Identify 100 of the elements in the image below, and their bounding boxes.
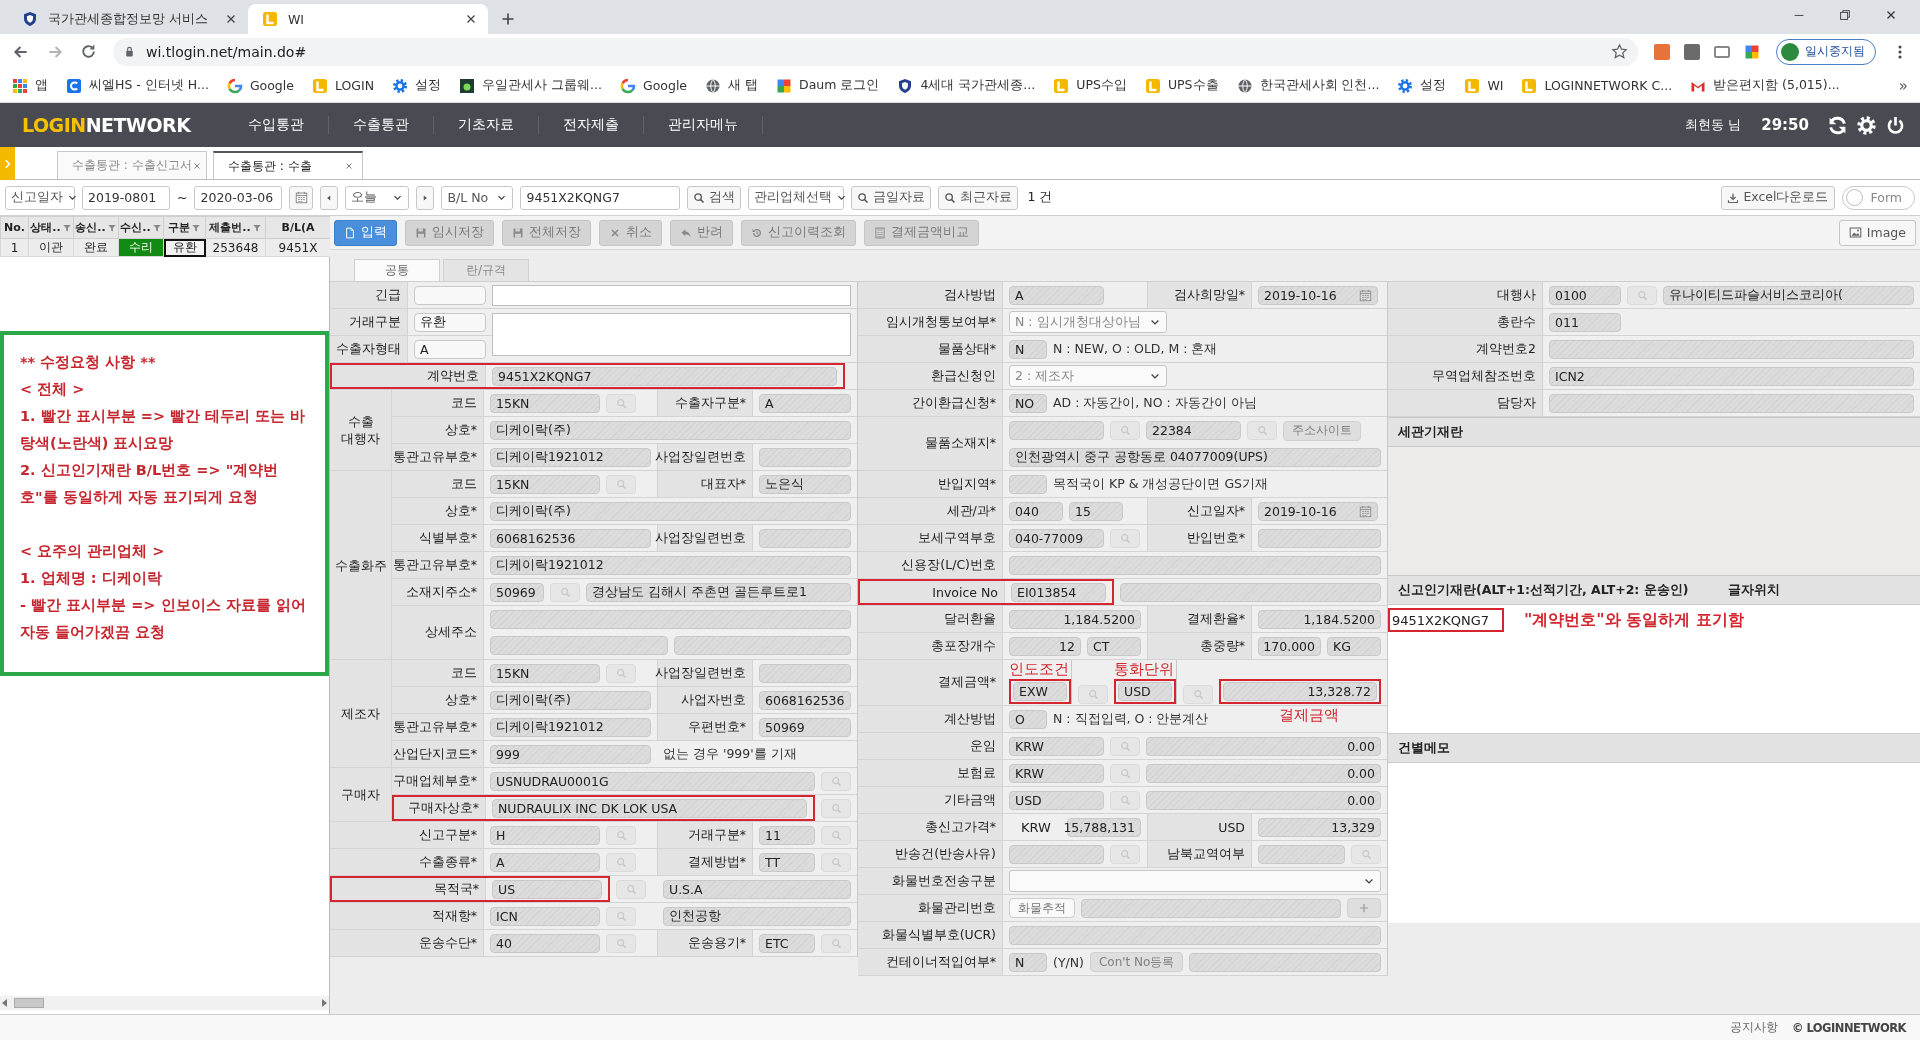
search-button[interactable] xyxy=(606,474,636,494)
bookmark[interactable]: UPS수입 xyxy=(1053,77,1127,94)
text-field[interactable]: 디케이락(주) xyxy=(490,420,851,440)
today-button[interactable]: 금일자료 xyxy=(851,185,932,210)
text-field[interactable]: 50969 xyxy=(759,717,851,737)
date-field[interactable]: 2019-0801 xyxy=(82,185,170,210)
text-field[interactable] xyxy=(490,636,668,656)
text-field[interactable]: 6068162536 xyxy=(759,690,851,710)
bookmark[interactable]: LOGINNETWORK C... xyxy=(1521,77,1673,94)
text-field[interactable]: 0100 xyxy=(1549,285,1621,305)
document-tab[interactable]: 수출통관 : 수출 xyxy=(213,151,363,179)
search-button[interactable] xyxy=(1110,844,1140,864)
text-field[interactable]: O xyxy=(1009,709,1047,729)
text-field[interactable] xyxy=(759,528,851,548)
text-field[interactable]: 1,184.5200 xyxy=(1009,609,1141,629)
text-field[interactable]: 디케이락(주) xyxy=(490,501,851,521)
column-header[interactable]: 수신.. xyxy=(118,216,164,239)
text-field[interactable]: 15 xyxy=(1069,501,1123,521)
input-field[interactable]: 유환 xyxy=(414,312,486,332)
text-field[interactable] xyxy=(1189,952,1381,972)
text-field[interactable]: ICN2 xyxy=(1549,366,1914,386)
input-field[interactable]: A xyxy=(414,339,486,359)
text-field[interactable]: 9451X2KQNG7 xyxy=(492,366,837,386)
text-field[interactable]: 디케이락1921012 xyxy=(490,717,651,737)
extension-icon[interactable] xyxy=(1654,43,1670,60)
text-field[interactable]: H xyxy=(490,825,600,845)
company-dropdown[interactable]: 관리업체선택 xyxy=(748,185,845,210)
text-field[interactable]: 유나이티드파슬서비스코리아( xyxy=(1663,285,1914,305)
text-field[interactable] xyxy=(1009,844,1104,864)
text-field[interactable]: EXW xyxy=(1013,682,1067,701)
key-type-dropdown[interactable]: B/L No xyxy=(441,185,514,210)
text-field[interactable]: 15KN xyxy=(490,393,600,413)
text-field[interactable]: 13,328.72 xyxy=(1223,682,1377,701)
power-icon[interactable] xyxy=(1885,114,1906,136)
text-position-label[interactable]: 글자위치 xyxy=(1728,581,1781,599)
column-header[interactable]: B/L(A xyxy=(265,216,331,239)
text-field[interactable]: NUDRAULIX INC DK LOK USA xyxy=(492,798,807,818)
extension-icon[interactable] xyxy=(1684,43,1700,60)
text-field[interactable]: 1,184.5200 xyxy=(1258,609,1381,629)
text-field[interactable]: KRW xyxy=(1009,736,1104,756)
bookmark[interactable]: Google xyxy=(226,77,294,94)
search-button[interactable] xyxy=(821,771,851,791)
text-field[interactable]: 040-77009 xyxy=(1009,528,1104,548)
excel-download-button[interactable]: Excel다운로드 xyxy=(1721,185,1835,210)
text-field[interactable]: ETC xyxy=(759,933,815,953)
text-field[interactable]: CT xyxy=(1087,636,1141,656)
text-field[interactable]: ICN xyxy=(490,906,600,926)
text-field[interactable]: 0.00 xyxy=(1146,736,1381,756)
text-field[interactable]: TT xyxy=(759,852,815,872)
bookmark[interactable]: 새 탭 xyxy=(705,77,759,94)
extension-icon[interactable] xyxy=(1714,45,1730,58)
search-button[interactable] xyxy=(1110,790,1140,810)
image-button[interactable]: Image xyxy=(1838,219,1916,246)
text-field[interactable]: 인천공항 xyxy=(663,906,851,926)
filter-icon[interactable] xyxy=(106,222,117,233)
text-field[interactable]: USD xyxy=(1009,790,1104,810)
text-field[interactable] xyxy=(1009,421,1104,440)
column-header[interactable]: 제출번.. xyxy=(205,216,266,239)
column-header[interactable]: 상태.. xyxy=(28,216,74,239)
text-field[interactable] xyxy=(1009,925,1381,945)
filter-icon[interactable] xyxy=(151,222,162,233)
date-field[interactable]: 2020-03-06 xyxy=(194,185,283,210)
search-button[interactable] xyxy=(1627,285,1657,305)
text-field[interactable]: EI013854 xyxy=(1011,582,1106,602)
text-field[interactable]: 0.00 xyxy=(1146,763,1381,783)
text-field[interactable]: KRW xyxy=(1009,763,1104,783)
bookmark[interactable]: WI xyxy=(1464,77,1504,94)
menu-item[interactable]: 기초자료 xyxy=(434,116,540,134)
column-header[interactable]: 구분 xyxy=(163,216,206,239)
bookmark[interactable]: 4세대 국가관세종... xyxy=(897,77,1036,94)
text-field[interactable]: USD xyxy=(1118,682,1172,701)
text-field[interactable] xyxy=(1009,474,1047,494)
bookmark[interactable]: 앱 xyxy=(12,77,48,94)
dropdown[interactable] xyxy=(1009,870,1381,892)
text-field[interactable]: 15,788,131 xyxy=(1066,817,1141,837)
new-tab-icon[interactable] xyxy=(500,11,516,27)
text-field[interactable]: 170.000 xyxy=(1258,636,1321,656)
text-field[interactable]: 디케이락1921012 xyxy=(490,555,851,575)
search-field[interactable]: 9451X2KQNG7 xyxy=(520,185,681,210)
text-field[interactable]: 0.00 xyxy=(1146,790,1381,810)
browser-tab[interactable]: 국가관세종합정보망 서비스 xyxy=(8,4,248,34)
bookmark[interactable]: Daum 로그인 xyxy=(776,77,880,94)
notice-link[interactable]: 공지사항 xyxy=(1729,1020,1778,1035)
text-field[interactable]: 040 xyxy=(1009,501,1063,521)
text-field[interactable]: 디케이락(주) xyxy=(490,690,651,710)
text-field[interactable]: 디케이락1921012 xyxy=(490,447,651,467)
text-field[interactable] xyxy=(490,609,851,629)
recent-button[interactable]: 최근자료 xyxy=(938,185,1019,210)
bookmark[interactable]: Google xyxy=(619,77,688,94)
text-area[interactable]: 9451X2KQNG7 "계약번호"와 동일하게 표기함 xyxy=(1388,605,1920,733)
text-field[interactable]: 40 xyxy=(490,933,600,953)
text-field[interactable]: 11 xyxy=(759,825,815,845)
text-field[interactable]: 999 xyxy=(490,744,651,764)
menu-item[interactable]: 관리자메뉴 xyxy=(644,116,764,134)
reload-icon[interactable] xyxy=(80,43,97,60)
sidebar-toggle[interactable] xyxy=(0,147,15,180)
search-button[interactable] xyxy=(821,852,851,872)
search-button[interactable] xyxy=(606,393,636,413)
search-button[interactable] xyxy=(821,933,851,953)
text-field[interactable]: 6068162536 xyxy=(490,528,651,548)
